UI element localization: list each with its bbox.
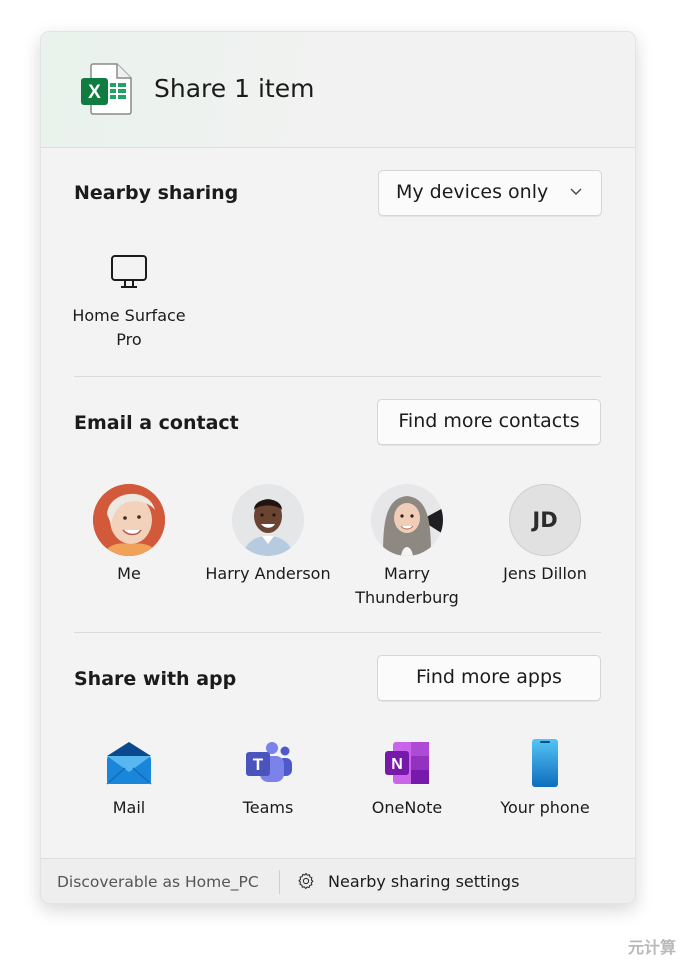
share-footer: Discoverable as Home_PC Nearby sharing s… [41,858,635,903]
monitor-icon [111,255,147,288]
initials-avatar: JD [509,484,581,556]
app-your-phone[interactable]: Your phone [478,738,612,820]
phone-icon [532,739,558,787]
find-more-apps-button[interactable]: Find more apps [377,655,601,701]
teams-icon: T [246,742,292,782]
mail-icon [106,742,152,785]
svg-text:T: T [253,755,264,774]
onenote-icon: N [385,742,429,784]
device-label: Home Surface Pro [72,306,186,349]
app-onenote[interactable]: N OneNote [340,738,474,820]
divider [74,632,601,633]
email-contact-title: Email a contact [74,412,239,434]
app-label: Teams [242,798,294,817]
app-teams[interactable]: T Teams [201,738,335,820]
contact-jens-dillon[interactable]: JD Jens Dillon [478,484,612,586]
avatar [93,484,165,556]
nearby-visibility-dropdown[interactable]: My devices only [378,170,602,216]
app-label: Mail [112,798,146,817]
divider [74,376,601,377]
watermark-text: 元计算 [628,938,677,957]
app-mail[interactable]: Mail [62,738,196,820]
contact-marry-thunderburg[interactable]: Marry Thunderburg [340,484,474,610]
app-label: OneNote [371,798,443,817]
share-dialog: X Share 1 item Nearby sharing My devices… [40,31,636,904]
dropdown-value: My devices only [396,181,549,203]
footer-divider [279,870,280,894]
contact-me[interactable]: Me [62,484,196,586]
excel-file-icon: X [81,63,132,115]
avatar [371,484,443,556]
discoverable-status: Discoverable as Home_PC [57,873,259,891]
share-header: X Share 1 item [41,32,635,148]
nearby-sharing-title: Nearby sharing [74,182,239,204]
gear-icon[interactable] [297,872,315,890]
svg-text:X: X [88,82,101,103]
contact-harry-anderson[interactable]: Harry Anderson [201,484,335,586]
chevron-down-icon [570,188,582,195]
contact-name: Jens Dillon [503,564,587,583]
dialog-title: Share 1 item [154,74,315,103]
find-more-contacts-button[interactable]: Find more contacts [377,399,601,445]
nearby-sharing-settings-link[interactable]: Nearby sharing settings [328,872,519,891]
contact-name: Marry Thunderburg [355,564,459,607]
contact-name: Me [117,564,141,583]
device-home-surface-pro[interactable]: Home Surface Pro [71,254,187,352]
share-with-app-title: Share with app [74,668,237,690]
app-label: Your phone [500,798,590,817]
avatar [232,484,304,556]
svg-text:N: N [391,756,403,773]
contact-name: Harry Anderson [205,564,331,583]
